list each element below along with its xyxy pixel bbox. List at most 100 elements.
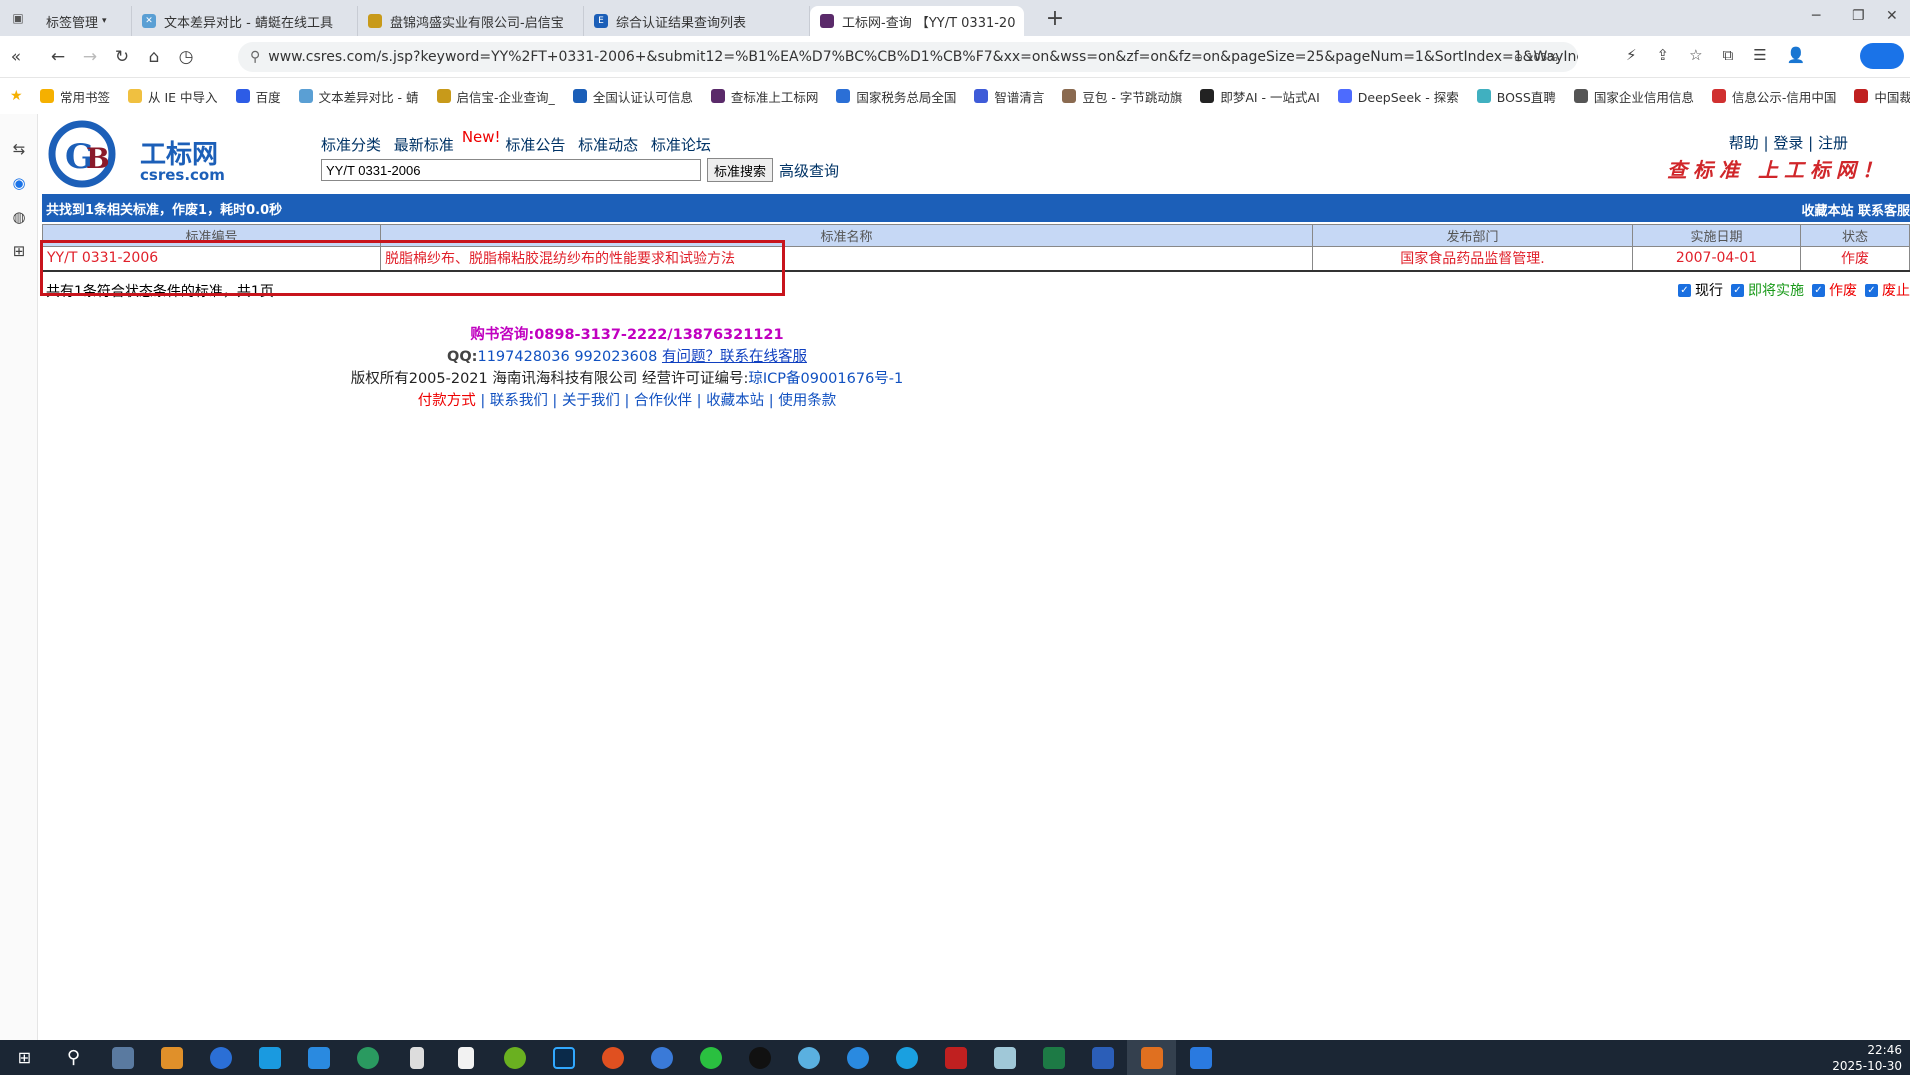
star-icon[interactable]: ☆ [1689,46,1702,64]
tab-bookmark-manager[interactable]: 标签管理 ▾ [36,6,132,36]
wechat-icon[interactable] [686,1040,735,1075]
bar-right-links[interactable]: 收藏本站 联系客服 [1801,200,1910,219]
footer-link-terms[interactable]: 使用条款 [778,393,836,409]
windows-start-icon[interactable]: ⊞ [0,1040,49,1075]
nav-forum[interactable]: 标准论坛 [651,136,711,154]
lightning-icon[interactable]: ⚡ [1626,46,1637,64]
browser-app-icon[interactable] [1127,1040,1176,1075]
collapse-icon[interactable]: « [0,47,32,67]
search-icon[interactable]: ◉ [0,166,38,200]
add-icon[interactable]: ⊞ [0,234,38,268]
bookmark-item[interactable]: 即梦AI - 一站式AI [1200,87,1320,106]
bookmark-item[interactable]: 常用书签 [40,87,110,106]
tab-csres-query[interactable]: 工标网-查询 【YY/T 0331-20✕ [810,6,1024,36]
search-icon[interactable]: ⚲ [49,1040,98,1075]
edge-icon[interactable] [882,1040,931,1075]
login-link[interactable]: 登录 [1773,134,1803,152]
menu-icon[interactable]: ☰ [1753,46,1766,64]
advanced-search-link[interactable]: 高级查询 [779,160,839,181]
app-icon[interactable] [343,1040,392,1075]
photoshop-icon[interactable] [539,1040,588,1075]
nav-news[interactable]: 标准动态 [578,136,638,154]
tab-qixinbao[interactable]: 盘锦鸿盛实业有限公司-启信宝 [358,6,584,36]
nav-latest[interactable]: 最新标准 [394,136,454,154]
restore-icon[interactable]: ❐ [1852,8,1865,24]
people-icon[interactable] [196,1040,245,1075]
bookmark-item[interactable]: 百度 [235,87,281,106]
app-icon[interactable] [490,1040,539,1075]
search-input[interactable] [321,159,701,181]
app-icon[interactable] [1176,1040,1225,1075]
app-icon[interactable] [833,1040,882,1075]
bookmark-item[interactable]: DeepSeek - 探索 [1337,87,1459,106]
icp-link[interactable]: 琼ICP备09001676号-1 [748,371,903,387]
app-icon[interactable] [245,1040,294,1075]
app-icon[interactable] [294,1040,343,1075]
acrobat-icon[interactable] [931,1040,980,1075]
bookmark-item[interactable]: 启信宝-企业查询_ [436,87,555,106]
zoom-level[interactable]: ⊕ 105% [1514,51,1558,64]
window-close-icon[interactable]: ✕ [1886,8,1898,24]
history-icon[interactable]: ◷ [170,47,202,67]
bookmark-item[interactable]: 文本差异对比 - 蜻 [298,87,419,106]
nav-announcements[interactable]: 标准公告 [505,136,565,154]
camera-icon[interactable] [147,1040,196,1075]
bookmark-item[interactable]: 国家税务总局全国 [836,87,956,106]
bookmark-item[interactable]: 从 IE 中导入 [128,87,218,106]
excel-icon[interactable] [1029,1040,1078,1075]
reload-icon[interactable]: ↻ [106,47,138,67]
online-service-link[interactable]: 有问题？联系在线客服 [662,349,807,365]
filter-upcoming[interactable]: ✓ 即将实施 [1731,280,1804,300]
qq-icon[interactable] [735,1040,784,1075]
footer-link-partners[interactable]: 合作伙伴 [634,393,692,409]
address-bar[interactable]: ⚲ www.csres.com/s.jsp?keyword=YY%2FT+033… [238,42,1578,72]
bookmark-item[interactable]: 豆包 - 字节跳动旗 [1062,87,1182,106]
minimize-icon[interactable]: ─ [1812,8,1820,24]
bookmark-item[interactable]: 全国认证认可信息 [572,87,693,106]
home-icon[interactable]: ⌂ [138,47,170,67]
footer-link-payment[interactable]: 付款方式 [418,393,476,409]
bookmark-label: 豆包 - 字节跳动旗 [1082,89,1183,105]
app-icon[interactable] [392,1040,441,1075]
new-tab-button[interactable]: + [1040,6,1070,31]
swap-icon[interactable]: ⇆ [0,132,38,166]
app-icon[interactable] [784,1040,833,1075]
footer-link-about[interactable]: 关于我们 [562,393,620,409]
filter-abolished[interactable]: ✓ 废止 [1865,280,1910,300]
tab-text-diff[interactable]: ✕ 文本差异对比 - 蜻蜓在线工具 [132,6,358,36]
bookmark-item[interactable]: 中国裁判文书网 [1854,87,1910,106]
sidebar-toggle-icon[interactable]: ▣ [0,11,36,25]
register-link[interactable]: 注册 [1818,134,1848,152]
bookmark-item[interactable]: 智谱清言 [974,87,1044,106]
column-header[interactable]: 状态 [1800,224,1910,247]
column-header[interactable]: 实施日期 [1632,224,1801,247]
bookmark-item[interactable]: BOSS直聘 [1476,87,1556,106]
cloud-icon[interactable] [1860,43,1904,69]
app-icon[interactable] [980,1040,1029,1075]
help-link[interactable]: 帮助 [1729,134,1759,152]
word-icon[interactable] [1078,1040,1127,1075]
system-clock[interactable]: 22:46 2025-10-30 [1832,1042,1902,1074]
footer-link-contact[interactable]: 联系我们 [490,393,548,409]
nav-categories[interactable]: 标准分类 [321,136,381,154]
bookmark-item[interactable]: 信息公示-信用中国 [1711,87,1836,106]
back-icon[interactable]: ← [42,47,74,67]
site-logo[interactable]: G B 工标网 csres.com [48,118,228,190]
calculator-icon[interactable] [98,1040,147,1075]
notepad-icon[interactable] [441,1040,490,1075]
bookmark-item[interactable]: 国家企业信用信息 [1573,87,1694,106]
footer-link-bookmark[interactable]: 收藏本站 [706,393,764,409]
filter-current[interactable]: ✓ 现行 [1678,280,1723,300]
app-icon[interactable] [588,1040,637,1075]
extensions-icon[interactable]: ⧉ [1723,46,1734,64]
globe-icon[interactable]: ◍ [0,200,38,234]
column-header[interactable]: 发布部门 [1312,224,1633,247]
app-icon[interactable] [637,1040,686,1075]
bookmark-item[interactable]: 查标准上工标网 [710,87,818,106]
tab-cert-query[interactable]: E 综合认证结果查询列表 [584,6,810,36]
forward-icon[interactable]: → [74,47,106,67]
search-button[interactable]: 标准搜索 [707,158,774,182]
filter-obsolete[interactable]: ✓ 作废 [1812,280,1857,300]
profile-icon[interactable]: 👤 [1787,46,1806,64]
share-icon[interactable]: ⇪ [1657,46,1670,64]
